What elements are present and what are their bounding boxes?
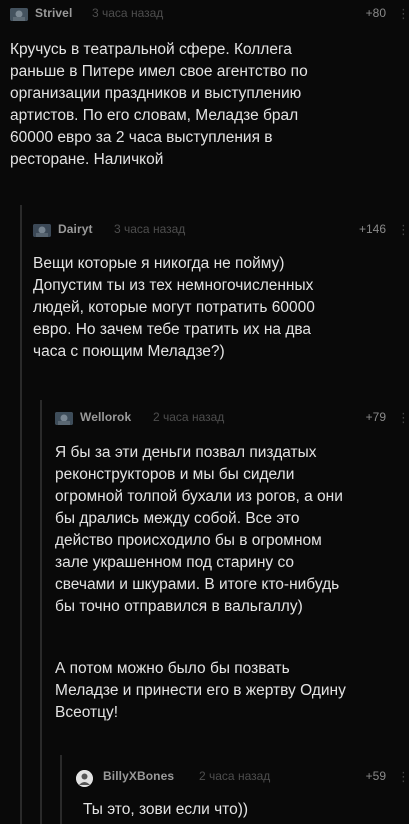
username[interactable]: Wellorok [80, 410, 131, 424]
comment-text: Вещи которые я никогда не пойму) Допусти… [33, 255, 315, 360]
more-options-icon[interactable]: ⋮ [397, 410, 409, 426]
username[interactable]: Strivel [35, 6, 72, 20]
thread-line-level-1 [20, 205, 22, 824]
comment-header: Strivel 3 часа назад +80 ⋮ [10, 6, 409, 28]
comment-score: +59 [365, 769, 386, 783]
user-avatar[interactable] [10, 8, 28, 21]
timestamp: 2 часа назад [153, 410, 225, 424]
thread-line-level-2 [40, 400, 42, 824]
comment-score: +79 [365, 410, 386, 424]
comment-header: Wellorok 2 часа назад +79 ⋮ [55, 410, 409, 432]
timestamp: 3 часа назад [114, 222, 186, 236]
timestamp: 3 часа назад [92, 6, 164, 20]
more-options-icon[interactable]: ⋮ [397, 222, 409, 238]
user-avatar[interactable] [33, 224, 51, 237]
comment-text-paragraph-2: А потом можно было бы позвать Меладзе и … [55, 660, 346, 721]
user-avatar[interactable] [76, 770, 93, 787]
comment-billyxbones: BillyXBones 2 часа назад +59 ⋮ Ты это, з… [76, 769, 409, 818]
thread-line-level-3 [60, 755, 62, 824]
comment-wellorok: Wellorok 2 часа назад +79 ⋮ Я бы за эти … [55, 410, 409, 721]
username[interactable]: Dairyt [58, 222, 93, 236]
more-options-icon[interactable]: ⋮ [397, 769, 409, 785]
comment-header: Dairyt 3 часа назад +146 ⋮ [33, 222, 409, 244]
comment-score: +80 [365, 6, 386, 20]
comment-text: Я бы за эти деньги позвал пиздатых рекон… [55, 444, 343, 615]
comment-score: +146 [358, 222, 386, 236]
comment-header: BillyXBones 2 часа назад +59 ⋮ [76, 769, 409, 791]
comment-text: Ты это, зови если что)) [83, 801, 249, 818]
timestamp: 2 часа назад [199, 769, 271, 783]
comment-text: Кручусь в театральной сфере. Коллега ран… [10, 41, 308, 168]
user-avatar[interactable] [55, 412, 73, 425]
more-options-icon[interactable]: ⋮ [397, 6, 409, 22]
comment-strivel: Strivel 3 часа назад +80 ⋮ Кручусь в теа… [10, 6, 409, 168]
comment-dairyt: Dairyt 3 часа назад +146 ⋮ Вещи которые … [33, 222, 409, 360]
username[interactable]: BillyXBones [103, 769, 174, 783]
